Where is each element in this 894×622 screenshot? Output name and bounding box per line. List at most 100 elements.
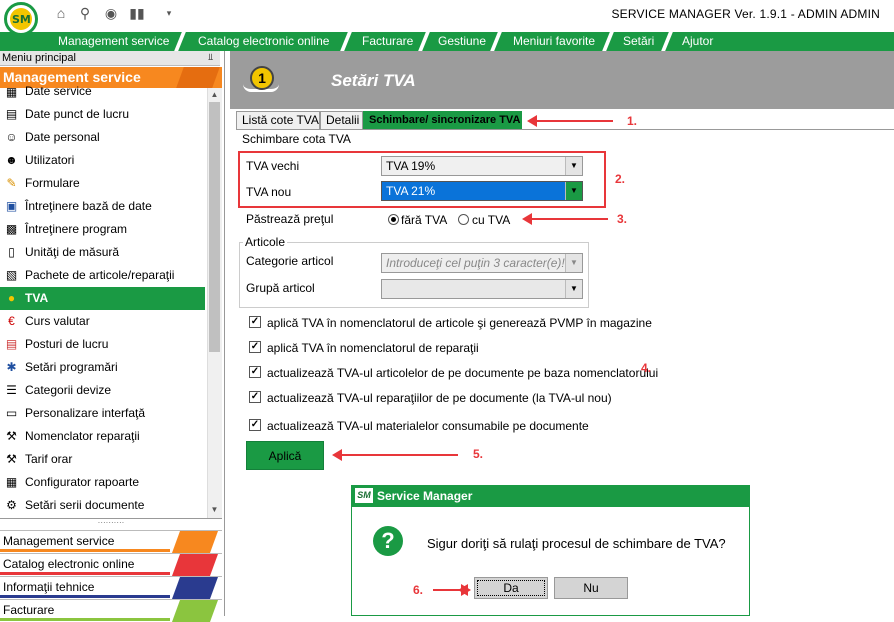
- tva-new-select[interactable]: TVA 21% ▼: [381, 181, 583, 201]
- home-icon[interactable]: ⌂: [52, 5, 70, 21]
- report-icon: ▦: [5, 475, 18, 489]
- floppy-icon: ▣: [5, 199, 18, 213]
- annotation-2: 2.: [615, 172, 626, 186]
- keep-price-label: Păstrează preţul: [246, 212, 334, 226]
- category-input[interactable]: Introduceţi cel puţin 3 caracter(e)! ▼: [381, 253, 583, 273]
- tab-detalii[interactable]: Detalii: [320, 111, 363, 130]
- info-icon: [171, 577, 219, 599]
- tab-lista-cote-tva[interactable]: Listă cote TVA: [236, 111, 320, 130]
- tab-schimbare-sincronizare-tva[interactable]: Schimbare/ sincronizare TVA: [363, 111, 522, 130]
- sidebar-item-configurator-rapoarte[interactable]: ▦ Configurator rapoarte: [0, 471, 205, 494]
- sidebar-item-intretinere-program[interactable]: ▩ Întreţinere program: [0, 218, 205, 241]
- category-catalog-electronic[interactable]: Catalog electronic online: [0, 553, 222, 576]
- menu-gestiune[interactable]: Gestiune: [423, 32, 493, 51]
- sidebar-item-setari-serii-documente[interactable]: ⚙ Setări serii documente: [0, 494, 205, 517]
- annotation-arrow-5: [332, 449, 458, 461]
- checkbox-apply-repairs[interactable]: ✓: [249, 341, 261, 353]
- sidebar-item-formulare[interactable]: ✎ Formulare: [0, 172, 205, 195]
- menu-ajutor[interactable]: Ajutor: [667, 32, 720, 51]
- category-label: Categorie articol: [246, 254, 334, 268]
- menu-catalog-electronic[interactable]: Catalog electronic online: [183, 32, 336, 51]
- sidebar-item-tva[interactable]: ● TVA: [0, 287, 205, 310]
- pencil-icon: ✎: [6, 176, 17, 190]
- sidebar-item-posturi-de-lucru[interactable]: ▤ Posturi de lucru: [0, 333, 205, 356]
- menu-setari[interactable]: Setări: [608, 32, 661, 51]
- sidebar-item-personalizare-interfata[interactable]: ▭ Personalizare interfaţă: [0, 402, 205, 425]
- annotation-arrow-1: [527, 115, 613, 127]
- checkbox-apply-articles-label: aplică TVA în nomenclatorul de articole …: [267, 316, 652, 330]
- dropdown-icon[interactable]: ▾: [160, 5, 178, 21]
- question-icon: ?: [373, 526, 403, 556]
- binoculars-icon[interactable]: ◉: [102, 5, 120, 21]
- tva-new-label: TVA nou: [246, 185, 292, 199]
- invoice-icon: [171, 600, 219, 622]
- list-icon: ☰: [6, 383, 17, 397]
- menu-management-service[interactable]: Management service: [43, 32, 176, 51]
- category-management-service[interactable]: Management service: [0, 530, 222, 553]
- users-icon: ☻: [5, 153, 18, 167]
- building-icon: ▦: [5, 85, 18, 99]
- sidebar-item-pachete[interactable]: ▧ Pachete de articole/reparaţii: [0, 264, 205, 287]
- left-panel-header: Meniu principal: [0, 51, 220, 66]
- no-button[interactable]: Nu: [554, 577, 628, 599]
- checkbox-update-repairs[interactable]: ✓: [249, 391, 261, 403]
- scrollbar-thumb[interactable]: [209, 102, 220, 352]
- apply-button[interactable]: Aplică: [246, 441, 324, 470]
- radio-without-tva[interactable]: [388, 214, 399, 225]
- sidebar-item-setari-programari[interactable]: ✱ Setări programări: [0, 356, 205, 379]
- panel-splitter[interactable]: ··········: [0, 518, 222, 530]
- checkbox-update-articles[interactable]: ✓: [249, 366, 261, 378]
- category-facturare[interactable]: Facturare: [0, 599, 222, 622]
- sidebar-item-unitati-de-masura[interactable]: ▯ Unităţi de măsură: [0, 241, 205, 264]
- page-title: Setări TVA: [331, 71, 416, 90]
- sidebar-item-tarif-orar[interactable]: ⚒ Tarif orar: [0, 448, 205, 471]
- chevron-down-icon[interactable]: ▼: [565, 157, 582, 175]
- category-icon: [171, 531, 219, 553]
- barcode-icon[interactable]: ▮▮: [128, 5, 146, 21]
- yes-button[interactable]: Da: [474, 577, 548, 599]
- menu-facturare[interactable]: Facturare: [347, 32, 420, 51]
- annotation-1: 1.: [627, 114, 638, 128]
- sidebar-item-categorii-devize[interactable]: ☰ Categorii devize: [0, 379, 205, 402]
- pin-icon[interactable]: ⫫: [208, 52, 213, 63]
- chevron-down-icon[interactable]: ▼: [565, 254, 582, 272]
- euro-icon: €: [8, 314, 15, 328]
- category-informatii-tehnice[interactable]: Informaţii tehnice: [0, 576, 222, 599]
- checkbox-update-consumables-label: actualizează TVA-ul materialelor consuma…: [267, 419, 589, 433]
- scroll-up-icon[interactable]: ▲: [207, 88, 222, 102]
- sidebar-item-date-punct-de-lucru[interactable]: ▤ Date punct de lucru: [0, 103, 205, 126]
- app-logo: SM: [4, 2, 38, 36]
- checkbox-update-consumables[interactable]: ✓: [249, 419, 261, 431]
- checkbox-apply-articles[interactable]: ✓: [249, 316, 261, 328]
- scroll-down-icon[interactable]: ▼: [207, 503, 222, 517]
- chevron-down-icon[interactable]: ▼: [565, 182, 582, 200]
- dialog-message: Sigur doriţi să rulaţi procesul de schim…: [427, 536, 726, 551]
- annotation-6: 6.: [413, 583, 424, 597]
- annotation-arrow-3: [522, 213, 608, 225]
- sidebar-item-nomenclator-reparatii[interactable]: ⚒ Nomenclator reparaţii: [0, 425, 205, 448]
- group-select[interactable]: ▼: [381, 279, 583, 299]
- sidebar-item-utilizatori[interactable]: ☻ Utilizatori: [0, 149, 205, 172]
- articles-group-title: Articole: [243, 235, 288, 249]
- tva-old-select[interactable]: TVA 19% ▼: [381, 156, 583, 176]
- radio-with-tva-label: cu TVA: [472, 213, 511, 227]
- tva-old-label: TVA vechi: [246, 159, 300, 173]
- annotation-3: 3.: [617, 212, 628, 226]
- radio-without-tva-label: fără TVA: [401, 213, 448, 227]
- sidebar-item-date-service[interactable]: ▦ Date service: [0, 81, 205, 101]
- radio-with-tva[interactable]: [458, 214, 469, 225]
- menu-meniuri-favorite[interactable]: Meniuri favorite: [498, 32, 602, 51]
- app-logo: SM: [355, 488, 373, 503]
- workstation-icon: ▤: [5, 337, 18, 351]
- sidebar-item-intretinere-baza-de-date[interactable]: ▣ Întreţinere bază de date: [0, 195, 205, 218]
- sidebar-item-curs-valutar[interactable]: € Curs valutar: [0, 310, 205, 333]
- group-label: Grupă articol: [246, 281, 315, 295]
- sidebar-item-date-personal[interactable]: ☺ Date personal: [0, 126, 205, 149]
- monitor-icon: ▭: [5, 406, 18, 420]
- checkbox-update-repairs-label: actualizează TVA-ul reparaţiilor de pe d…: [267, 391, 612, 405]
- person-icon: ☺: [5, 130, 18, 144]
- document-icon: ▤: [5, 107, 18, 121]
- search-icon[interactable]: ⚲: [76, 5, 94, 21]
- hammer-icon: ⚒: [6, 452, 17, 466]
- chevron-down-icon[interactable]: ▼: [565, 280, 582, 298]
